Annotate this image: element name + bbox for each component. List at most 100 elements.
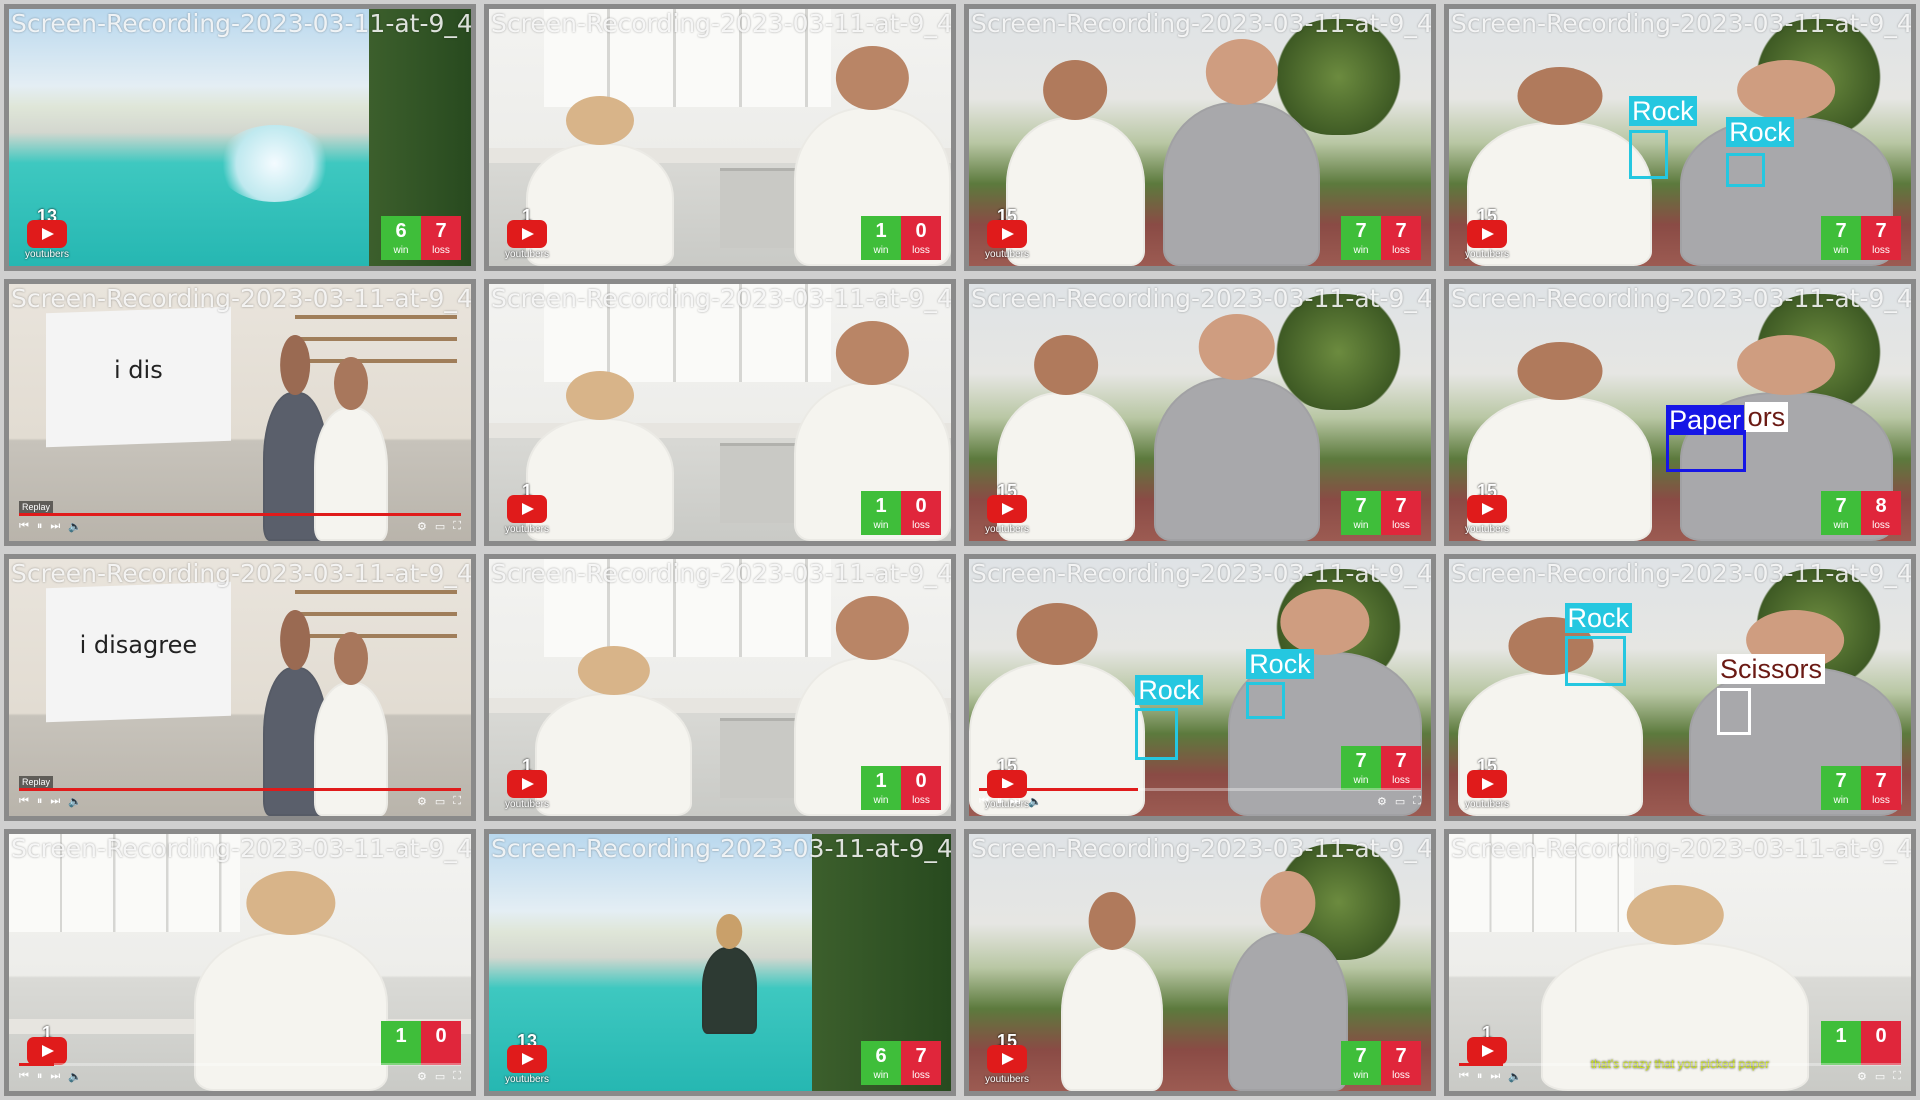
frame-tile: Screen-Recording-2023-03-11-at-9_48_18 1…	[4, 829, 476, 1096]
video-player-controls: ⏮ ⏸ ⏭ 🔈 ⚙ ▭ ⛶	[19, 513, 461, 535]
loss-label: loss	[912, 520, 930, 531]
scoreboard: 7 win 7 loss	[1341, 216, 1421, 260]
volume-icon[interactable]: 🔈	[1508, 1070, 1522, 1083]
loss-label: loss	[1392, 1070, 1410, 1081]
youtube-icon	[987, 220, 1027, 248]
win-box: 7 win	[1341, 216, 1381, 260]
youtubers-label: youtubers	[1465, 799, 1509, 810]
filename-overlay: Screen-Recording-2023-03-11-at-9_48_18	[491, 9, 953, 38]
volume-icon[interactable]: 🔈	[68, 520, 82, 533]
pause-icon[interactable]: ⏸	[37, 520, 43, 533]
next-icon[interactable]: ⏭	[1490, 1070, 1500, 1083]
person	[1153, 314, 1321, 541]
loss-count: 7	[1875, 770, 1887, 792]
win-box: 6 win	[861, 1041, 901, 1085]
fullscreen-icon[interactable]: ⛶	[453, 520, 461, 533]
next-icon[interactable]: ⏭	[1010, 795, 1020, 808]
previous-icon[interactable]: ⏮	[19, 795, 29, 808]
scoreboard: 7 win 8 loss	[1821, 491, 1901, 535]
next-icon[interactable]: ⏭	[50, 1070, 60, 1083]
frame-tile: ors Paper Screen-Recording-2023-03-11-at…	[1444, 279, 1916, 546]
loss-label: loss	[912, 1070, 930, 1081]
miniplayer-icon[interactable]: ▭	[435, 795, 445, 808]
miniplayer-icon[interactable]: ▭	[435, 1070, 445, 1083]
fullscreen-icon[interactable]: ⛶	[453, 795, 461, 808]
frame-tile: Rock Rock Screen-Recording-2023-03-11-at…	[964, 554, 1436, 821]
settings-icon[interactable]: ⚙	[1377, 795, 1387, 808]
win-box: 7 win	[1341, 491, 1381, 535]
loss-box: 0 loss	[901, 491, 941, 535]
pause-icon[interactable]: ⏸	[37, 1070, 43, 1083]
pause-icon[interactable]: ⏸	[997, 795, 1003, 808]
win-count: 6	[875, 1045, 887, 1067]
win-label: win	[873, 795, 889, 806]
win-label: win	[873, 1070, 889, 1081]
fullscreen-icon[interactable]: ⛶	[453, 1070, 461, 1083]
previous-icon[interactable]: ⏮	[19, 520, 29, 533]
youtube-badge: 15 youtubers	[983, 481, 1031, 535]
loss-box: 7 loss	[421, 216, 461, 260]
detection-label-scissors: ors	[1744, 402, 1789, 433]
loss-count: 7	[435, 220, 447, 242]
pause-icon[interactable]: ⏸	[1477, 1070, 1483, 1083]
filename-overlay: Screen-Recording-2023-03-11-at-9_48_18	[971, 9, 1433, 38]
settings-icon[interactable]: ⚙	[417, 1070, 427, 1083]
loss-box: 8 loss	[1861, 491, 1901, 535]
scoreboard: 6 win 7 loss	[861, 1041, 941, 1085]
win-box: 6 win	[381, 216, 421, 260]
filename-overlay: Screen-Recording-2023-03-11-at-9_48_18	[491, 834, 953, 863]
win-count: 1	[875, 770, 887, 792]
loss-count: 7	[1395, 750, 1407, 772]
scoreboard: 6 win 7 loss	[381, 216, 461, 260]
win-label: win	[1353, 245, 1369, 256]
youtube-icon	[1467, 495, 1507, 523]
scoreboard: 7 win 7 loss	[1821, 216, 1901, 260]
previous-icon[interactable]: ⏮	[979, 795, 989, 808]
volume-icon[interactable]: 🔈	[1028, 795, 1042, 808]
youtubers-label: youtubers	[985, 1074, 1029, 1085]
previous-icon[interactable]: ⏮	[19, 1070, 29, 1083]
loss-label: loss	[1392, 245, 1410, 256]
replay-label: Replay	[19, 776, 54, 788]
loss-box: 7 loss	[1381, 491, 1421, 535]
scoreboard: 1 win 0 loss	[861, 766, 941, 810]
loss-count: 8	[1875, 495, 1887, 517]
next-icon[interactable]: ⏭	[50, 520, 60, 533]
loss-count: 0	[1875, 1025, 1887, 1047]
previous-icon[interactable]: ⏮	[1459, 1070, 1469, 1083]
video-player-controls: ⏮ ⏸ ⏭ 🔈 ⚙ ▭ ⛶	[1459, 1063, 1901, 1085]
settings-icon[interactable]: ⚙	[417, 520, 427, 533]
win-count: 7	[1355, 750, 1367, 772]
youtube-badge: 1 youtubers	[503, 206, 551, 260]
youtube-icon	[27, 1037, 67, 1065]
fullscreen-icon[interactable]: ⛶	[1893, 1070, 1901, 1083]
scoreboard: 1 win 0 loss	[861, 216, 941, 260]
filename-overlay: Screen-Recording-2023-03-11-at-9_48_18	[1451, 284, 1913, 313]
volume-icon[interactable]: 🔈	[68, 795, 82, 808]
detection-label-rock: Rock	[1135, 674, 1203, 705]
miniplayer-icon[interactable]: ▭	[1395, 795, 1405, 808]
youtube-icon	[507, 495, 547, 523]
youtube-badge: 13 youtubers	[23, 206, 71, 260]
loss-count: 7	[915, 1045, 927, 1067]
frame-tile: Screen-Recording-2023-03-11-at-9_48_18 1…	[484, 279, 956, 546]
fullscreen-icon[interactable]: ⛶	[1413, 795, 1421, 808]
youtube-icon	[1467, 1037, 1507, 1065]
settings-icon[interactable]: ⚙	[417, 795, 427, 808]
pause-icon[interactable]: ⏸	[37, 795, 43, 808]
loss-label: loss	[1872, 245, 1890, 256]
youtube-badge: 15 youtubers	[1463, 756, 1511, 810]
scoreboard: 7 win 7 loss	[1341, 491, 1421, 535]
frame-tile: Screen-Recording-2023-03-11-at-9_48_18 t…	[1444, 829, 1916, 1096]
miniplayer-icon[interactable]: ▭	[1875, 1070, 1885, 1083]
frame-tile: Screen-Recording-2023-03-11-at-9_48_18 1…	[964, 4, 1436, 271]
volume-icon[interactable]: 🔈	[68, 1070, 82, 1083]
next-icon[interactable]: ⏭	[50, 795, 60, 808]
win-box: 7 win	[1821, 766, 1861, 810]
scoreboard: 7 win 7 loss	[1821, 766, 1901, 810]
video-player-controls: ⏮ ⏸ ⏭ 🔈 ⚙ ▭ ⛶	[19, 788, 461, 810]
miniplayer-icon[interactable]: ▭	[435, 520, 445, 533]
video-frame	[9, 284, 471, 541]
settings-icon[interactable]: ⚙	[1857, 1070, 1867, 1083]
scoreboard: 7 win 7 loss	[1341, 746, 1421, 790]
